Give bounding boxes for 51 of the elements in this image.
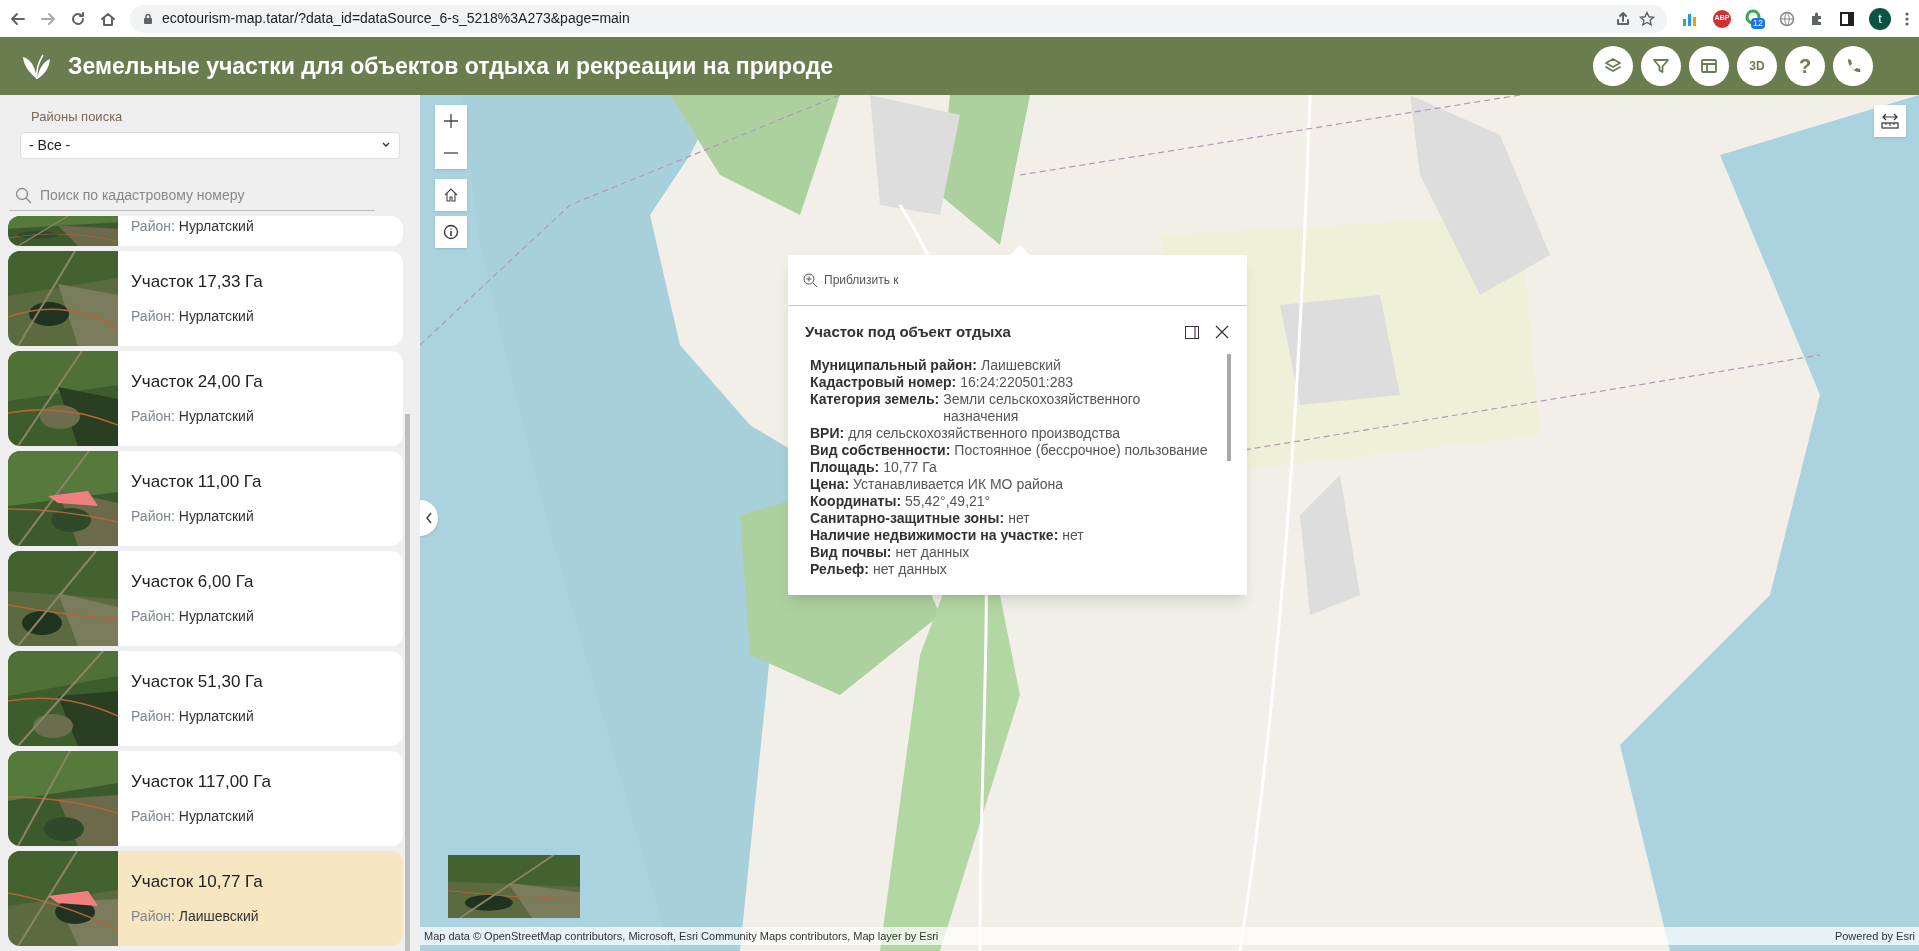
district-text: Район: Нурлатский [131,507,255,527]
filter-label: Районы поиска [31,108,124,126]
card-title: Участок 51,30 Га [131,670,263,693]
home-icon[interactable] [100,10,116,27]
list-card[interactable]: Участок 117,00 Га Район: Нурлатский [8,750,403,846]
globe-icon[interactable] [1779,10,1795,27]
district-text: Район: Нурлатский [131,307,255,327]
toolbar-button[interactable]: 3D [1737,46,1777,86]
district-text: Район: Нурлатский [131,607,254,627]
reload-icon[interactable] [70,10,86,27]
district-select[interactable]: - Все - [20,131,400,159]
district-text: Район: Нурлатский [131,407,255,427]
card-title: Участок 24,00 Га [131,370,263,393]
ring-icon[interactable] [1745,8,1761,25]
scrollbar-thumb[interactable] [405,414,410,951]
card-title: Участок 11,00 Га [131,470,262,493]
search-icon [15,186,32,204]
search-field[interactable]: Поиск по кадастровому номеру [40,184,369,206]
url-text: ecotourism-map.tatar/?data_id=dataSource_6-s_5218%3A273&page=main [162,9,630,28]
list-card[interactable]: Участок 6,00 Га Район: Нурлатский [8,550,403,646]
share-icon[interactable] [1615,10,1631,27]
list-card[interactable]: Район: Нурлатский [8,215,403,246]
lock-icon [142,12,154,25]
card-title: Участок 6,00 Га [131,570,254,593]
address-bar[interactable]: ecotourism-map.tatar/?data_id=dataSource_6-s_5218%3A273&page=main [130,4,1667,33]
sidebar-icon[interactable] [1839,10,1855,27]
list-card[interactable]: Участок 24,00 Га Район: Нурлатский [8,350,403,446]
count-badge: 12 [1751,17,1765,29]
list-card[interactable]: Участок 17,33 Га Район: Нурлатский [8,250,403,346]
toolbar-button[interactable]: ? [1785,46,1825,86]
star-icon[interactable] [1639,10,1655,27]
list-card[interactable]: Участок 11,00 Га Район: Нурлатский [8,450,403,546]
app-title: Земельные участки для объектов отдыха и рекреации на природе [68,51,834,81]
back-icon[interactable] [10,10,26,27]
district-text: Район: Нурлатский [131,807,255,827]
district-text: Район: Нурлатский [131,707,255,727]
filter-icon [1651,56,1671,76]
table-button[interactable] [1689,46,1729,86]
layers-button[interactable] [1593,46,1633,86]
list-card[interactable]: Участок 51,30 Га Район: Нурлатский [8,650,403,746]
card-title: Участок 117,00 Га [131,770,271,793]
phone-button[interactable] [1833,46,1873,86]
district-text: Район: Лаишевский [131,907,260,927]
card-title: Участок 17,33 Га [131,270,263,293]
card-title: Участок 10,77 Га [131,870,263,893]
district-text: Район: Нурлатский [131,217,254,236]
table-icon [1699,56,1719,76]
list-card[interactable]: Участок 10,77 Га Район: Лаишевский [8,850,403,946]
more-icon[interactable] [1905,10,1909,27]
filter-button[interactable] [1641,46,1681,86]
profile-avatar[interactable]: t [1869,7,1891,30]
